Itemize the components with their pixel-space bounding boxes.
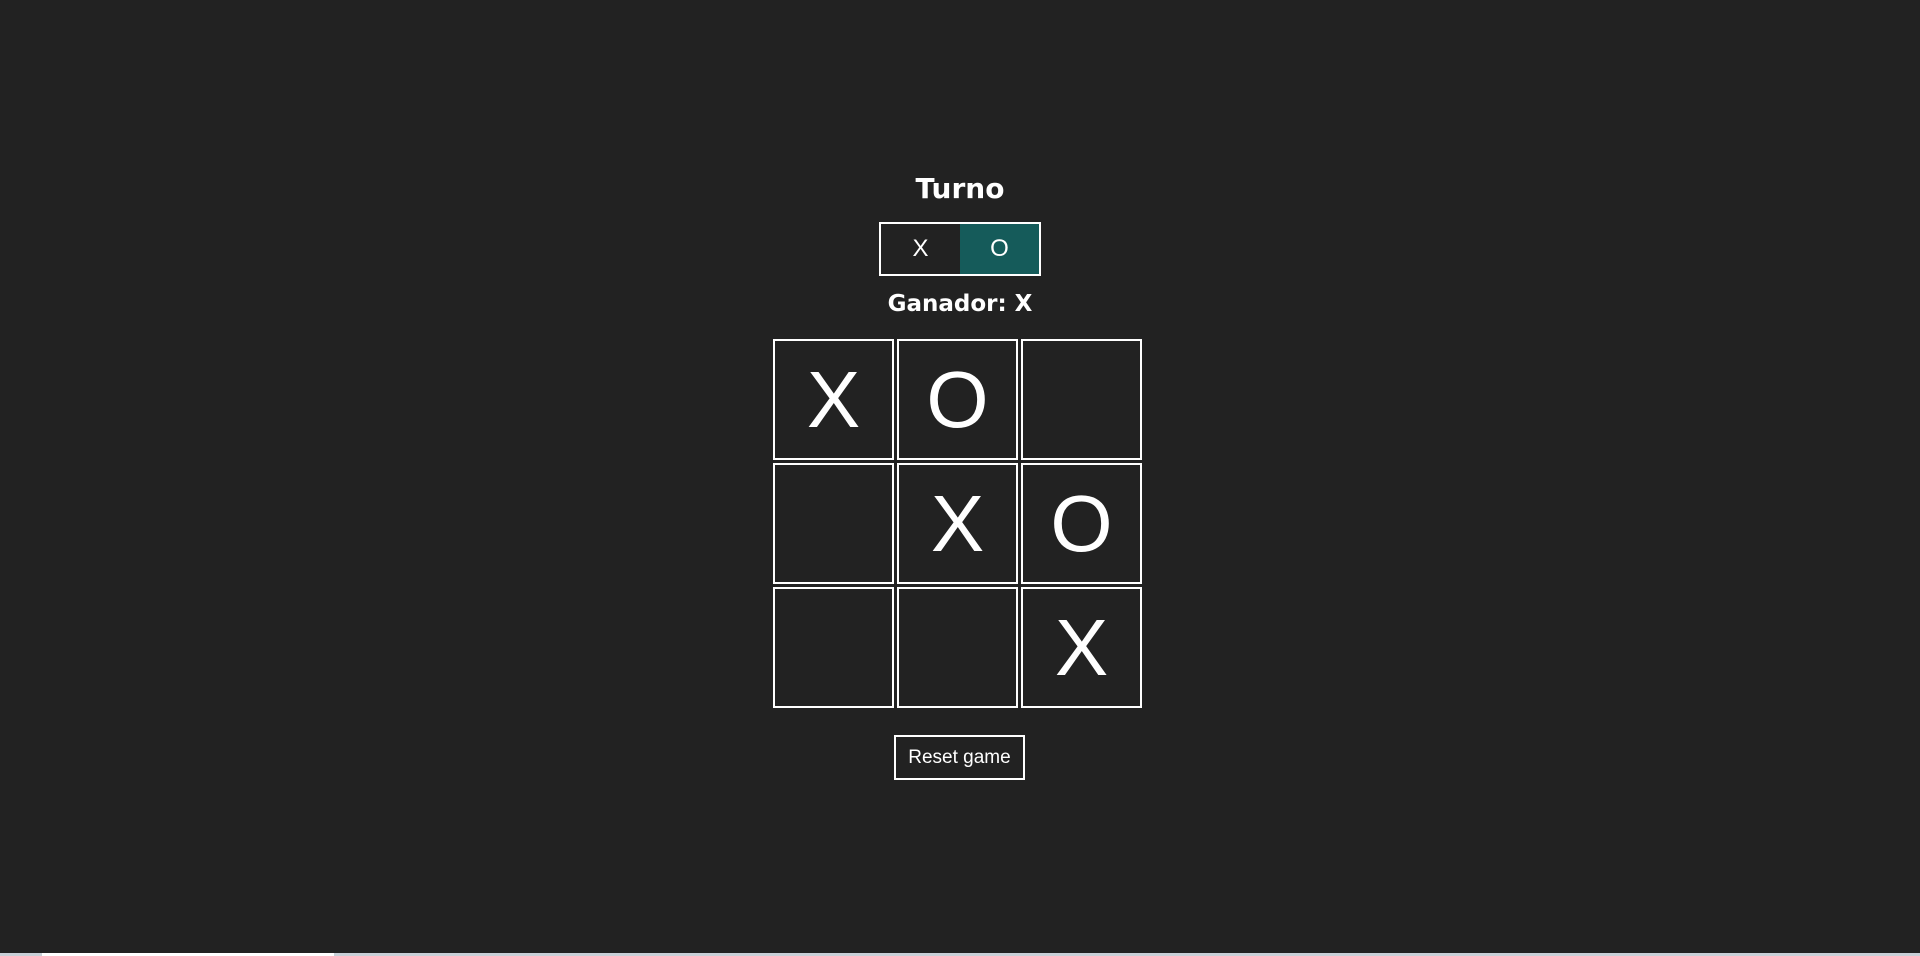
board-cell[interactable]: X (773, 339, 894, 460)
board-cell[interactable]: X (1021, 587, 1142, 708)
board-cell[interactable] (773, 463, 894, 584)
board-cell[interactable]: X (897, 463, 1018, 584)
game-board: X O X O X (773, 339, 1142, 708)
board-cell[interactable]: O (897, 339, 1018, 460)
winner-text: Ganador: X (887, 291, 1033, 317)
turn-indicator: X O (879, 222, 1041, 276)
board-cell[interactable] (897, 587, 1018, 708)
board-cell[interactable]: O (1021, 463, 1142, 584)
reset-game-button[interactable]: Reset game (894, 735, 1025, 780)
turn-o: O (960, 224, 1039, 274)
board-cell[interactable] (773, 587, 894, 708)
turn-heading: Turno (915, 172, 1005, 205)
board-cell[interactable] (1021, 339, 1142, 460)
turn-x: X (912, 235, 929, 262)
